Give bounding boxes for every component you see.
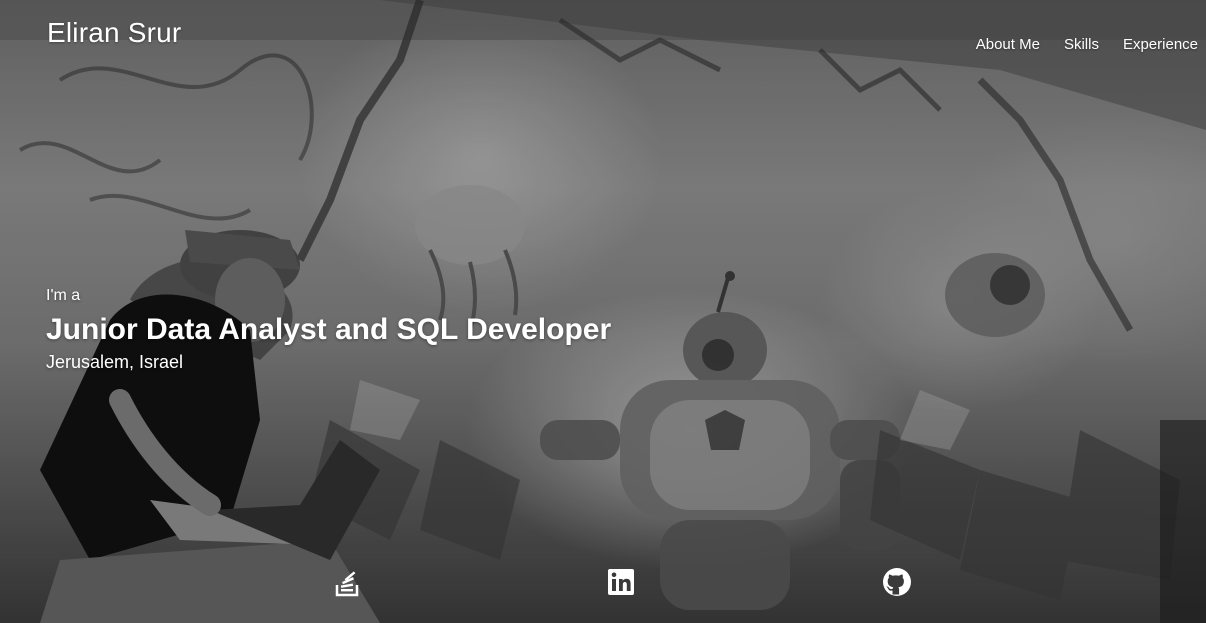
social-links: [0, 562, 1206, 606]
job-title: Junior Data Analyst and SQL Developer: [46, 313, 612, 346]
nav-link-experience[interactable]: Experience: [1111, 36, 1198, 53]
navbar: Eliran Srur About Me Skills Experience: [0, 0, 1206, 90]
location: Jerusalem, Israel: [46, 352, 184, 372]
github-link[interactable]: [877, 562, 917, 602]
github-icon: [883, 568, 911, 596]
linkedin-icon: [608, 569, 634, 595]
stack-overflow-icon: [335, 571, 359, 597]
hero-intro: I'm a Junior Data Analyst and SQL Develo…: [46, 286, 611, 374]
main-nav: About Me Skills Experience: [964, 36, 1198, 53]
nav-link-about-me[interactable]: About Me: [964, 36, 1052, 53]
brand-name[interactable]: Eliran Srur: [47, 17, 181, 49]
nav-link-skills[interactable]: Skills: [1052, 36, 1111, 53]
hero-section: Eliran Srur About Me Skills Experience I…: [0, 0, 1206, 623]
linkedin-link[interactable]: [601, 562, 641, 602]
stack-overflow-link[interactable]: [328, 562, 368, 602]
intro-lead: I'm a: [46, 287, 81, 304]
